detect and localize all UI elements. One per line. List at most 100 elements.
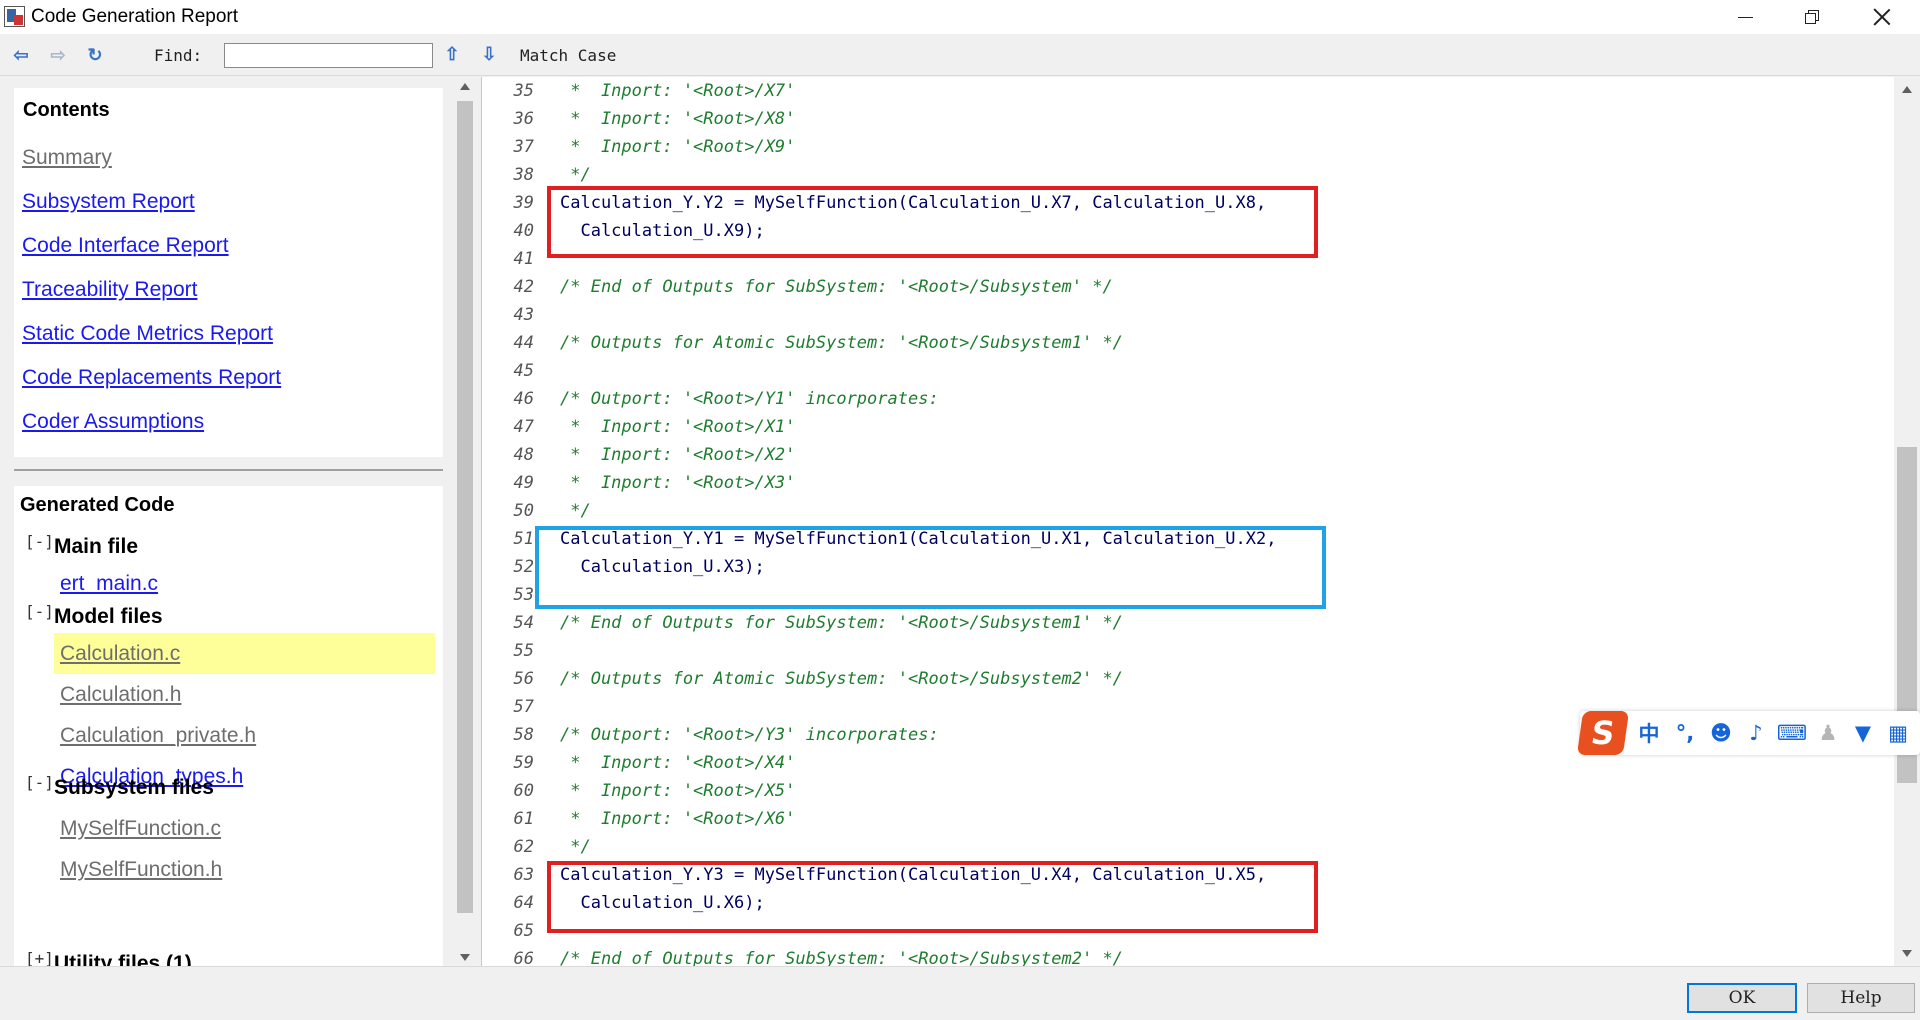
line-number: 44 — [513, 333, 534, 353]
code-line: 61 * Inport: '<Root>/X6' — [482, 805, 1894, 833]
line-number: 47 — [513, 417, 534, 437]
code-line: 60 * Inport: '<Root>/X5' — [482, 777, 1894, 805]
arrow-left-icon: ⇦ — [13, 44, 29, 65]
user-icon[interactable]: ♟ — [1815, 719, 1841, 747]
section-divider — [14, 469, 443, 471]
line-number: 59 — [513, 753, 534, 773]
main-file-toggle[interactable]: [-] — [25, 532, 54, 551]
code-comment: * Inport: '<Root>/X1' — [560, 417, 796, 437]
code-comment: * Inport: '<Root>/X2' — [560, 445, 796, 465]
code-line: 56 /* Outputs for Atomic SubSystem: '<Roo… — [482, 665, 1894, 693]
arrow-right-icon: ⇨ — [50, 44, 66, 65]
scroll-up-icon[interactable] — [1902, 86, 1912, 93]
code-line: 44 /* Outputs for Atomic SubSystem: '<Roo… — [482, 329, 1894, 357]
code-comment: * Inport: '<Root>/X4' — [560, 753, 796, 773]
file-calculation-private-h[interactable]: Calculation_private.h — [60, 724, 256, 748]
code-comment: /* Outputs for Atomic SubSystem: '<Root>… — [560, 333, 1123, 353]
link-code-interface-report[interactable]: Code Interface Report — [22, 234, 229, 258]
line-number: 61 — [513, 809, 534, 829]
file-myselffunction-h[interactable]: MySelfFunction.h — [60, 858, 222, 882]
code-line: 36 * Inport: '<Root>/X8' — [482, 105, 1894, 133]
file-calculation-h[interactable]: Calculation.h — [60, 683, 181, 707]
code-scrollbar[interactable] — [1894, 77, 1920, 966]
code-line: 62 */ — [482, 833, 1894, 861]
line-number: 63 — [513, 865, 534, 885]
model-files-toggle[interactable]: [-] — [25, 602, 54, 621]
group-subsystem-files: Subsystem files — [54, 776, 214, 799]
line-number: 60 — [513, 781, 534, 801]
emoji-icon[interactable]: ☻ — [1708, 719, 1734, 747]
code-line: 48 * Inport: '<Root>/X2' — [482, 441, 1894, 469]
link-summary[interactable]: Summary — [22, 146, 112, 170]
highlight-box-y3 — [547, 861, 1318, 933]
line-number: 52 — [513, 557, 534, 577]
help-button[interactable]: Help — [1807, 983, 1915, 1013]
link-subsystem-report[interactable]: Subsystem Report — [22, 190, 195, 214]
group-model-files: Model files — [54, 605, 163, 628]
group-utility-files: Utility files (1) — [54, 952, 192, 967]
subsystem-files-toggle[interactable]: [-] — [25, 773, 54, 792]
keyboard-icon[interactable]: ⌨ — [1777, 719, 1807, 747]
refresh-icon: ↻ — [87, 44, 103, 65]
link-traceability-report[interactable]: Traceability Report — [22, 278, 197, 302]
left-scrollbar[interactable] — [456, 77, 474, 967]
line-number: 40 — [513, 221, 534, 241]
line-number: 43 — [513, 305, 534, 325]
link-coder-assumptions[interactable]: Coder Assumptions — [22, 410, 204, 434]
code-line: 55 — [482, 637, 1894, 665]
link-code-replacements-report[interactable]: Code Replacements Report — [22, 366, 281, 390]
find-label: Find: — [154, 46, 203, 65]
code-comment: */ — [560, 837, 591, 857]
back-button[interactable]: ⇦ — [10, 44, 32, 66]
window-title: Code Generation Report — [31, 6, 239, 27]
close-button[interactable] — [1847, 0, 1917, 34]
find-input[interactable] — [224, 43, 433, 68]
maximize-button[interactable] — [1777, 0, 1847, 34]
file-ert-main-c[interactable]: ert_main.c — [60, 572, 158, 596]
find-previous-button[interactable]: ⇧ — [442, 44, 462, 66]
line-number: 49 — [513, 473, 534, 493]
generated-code-section: Generated Code [-] Main file ert_main.c … — [14, 486, 443, 967]
refresh-button[interactable]: ↻ — [84, 44, 106, 66]
line-number: 35 — [513, 81, 534, 101]
forward-button[interactable]: ⇨ — [47, 44, 69, 66]
scroll-down-icon[interactable] — [460, 954, 470, 961]
code-comment: /* End of Outputs for SubSystem: '<Root>… — [560, 613, 1123, 633]
toolbar: ⇦ ⇨ ↻ Find: ⇧ ⇩ Match Case — [0, 34, 1920, 76]
line-number: 36 — [513, 109, 534, 129]
shirt-icon[interactable]: ▼ — [1850, 719, 1876, 747]
match-case-option[interactable]: Match Case — [520, 46, 616, 65]
scrollbar-thumb[interactable] — [457, 101, 473, 913]
apps-icon[interactable]: ▦ — [1885, 719, 1911, 747]
scroll-up-icon[interactable] — [460, 83, 470, 90]
utility-files-toggle[interactable]: [+] — [25, 949, 54, 967]
code-line: 50 */ — [482, 497, 1894, 525]
code-comment: /* End of Outputs for SubSystem: '<Root>… — [560, 277, 1113, 297]
scroll-down-icon[interactable] — [1902, 950, 1912, 957]
ime-punctuation-toggle[interactable]: °, — [1672, 719, 1698, 747]
ime-logo[interactable]: S — [1576, 711, 1630, 755]
code-line: 37 * Inport: '<Root>/X9' — [482, 133, 1894, 161]
minimize-button[interactable] — [1710, 0, 1780, 34]
code-comment: /* Outport: '<Root>/Y3' incorporates: — [560, 725, 939, 745]
contents-title: Contents — [23, 99, 110, 121]
line-number: 66 — [513, 949, 534, 966]
line-number: 37 — [513, 137, 534, 157]
code-comment: * Inport: '<Root>/X6' — [560, 809, 796, 829]
ime-mode-toggle[interactable]: 中 — [1636, 719, 1662, 747]
navigation-panel: Contents Summary Subsystem Report Code I… — [0, 77, 480, 967]
file-myselffunction-c[interactable]: MySelfFunction.c — [60, 817, 221, 841]
minimize-icon — [1737, 16, 1753, 18]
link-static-code-metrics-report[interactable]: Static Code Metrics Report — [22, 322, 273, 346]
app-icon — [4, 6, 25, 27]
code-line: 47 * Inport: '<Root>/X1' — [482, 413, 1894, 441]
ok-button[interactable]: OK — [1687, 983, 1797, 1013]
line-number: 42 — [513, 277, 534, 297]
line-number: 51 — [513, 529, 534, 549]
microphone-icon[interactable]: ♪ — [1743, 719, 1769, 747]
file-calculation-c[interactable]: Calculation.c — [54, 633, 435, 674]
close-icon — [1873, 8, 1891, 26]
find-next-button[interactable]: ⇩ — [479, 44, 499, 66]
line-number: 50 — [513, 501, 534, 521]
code-line: 54 /* End of Outputs for SubSystem: '<Roo… — [482, 609, 1894, 637]
